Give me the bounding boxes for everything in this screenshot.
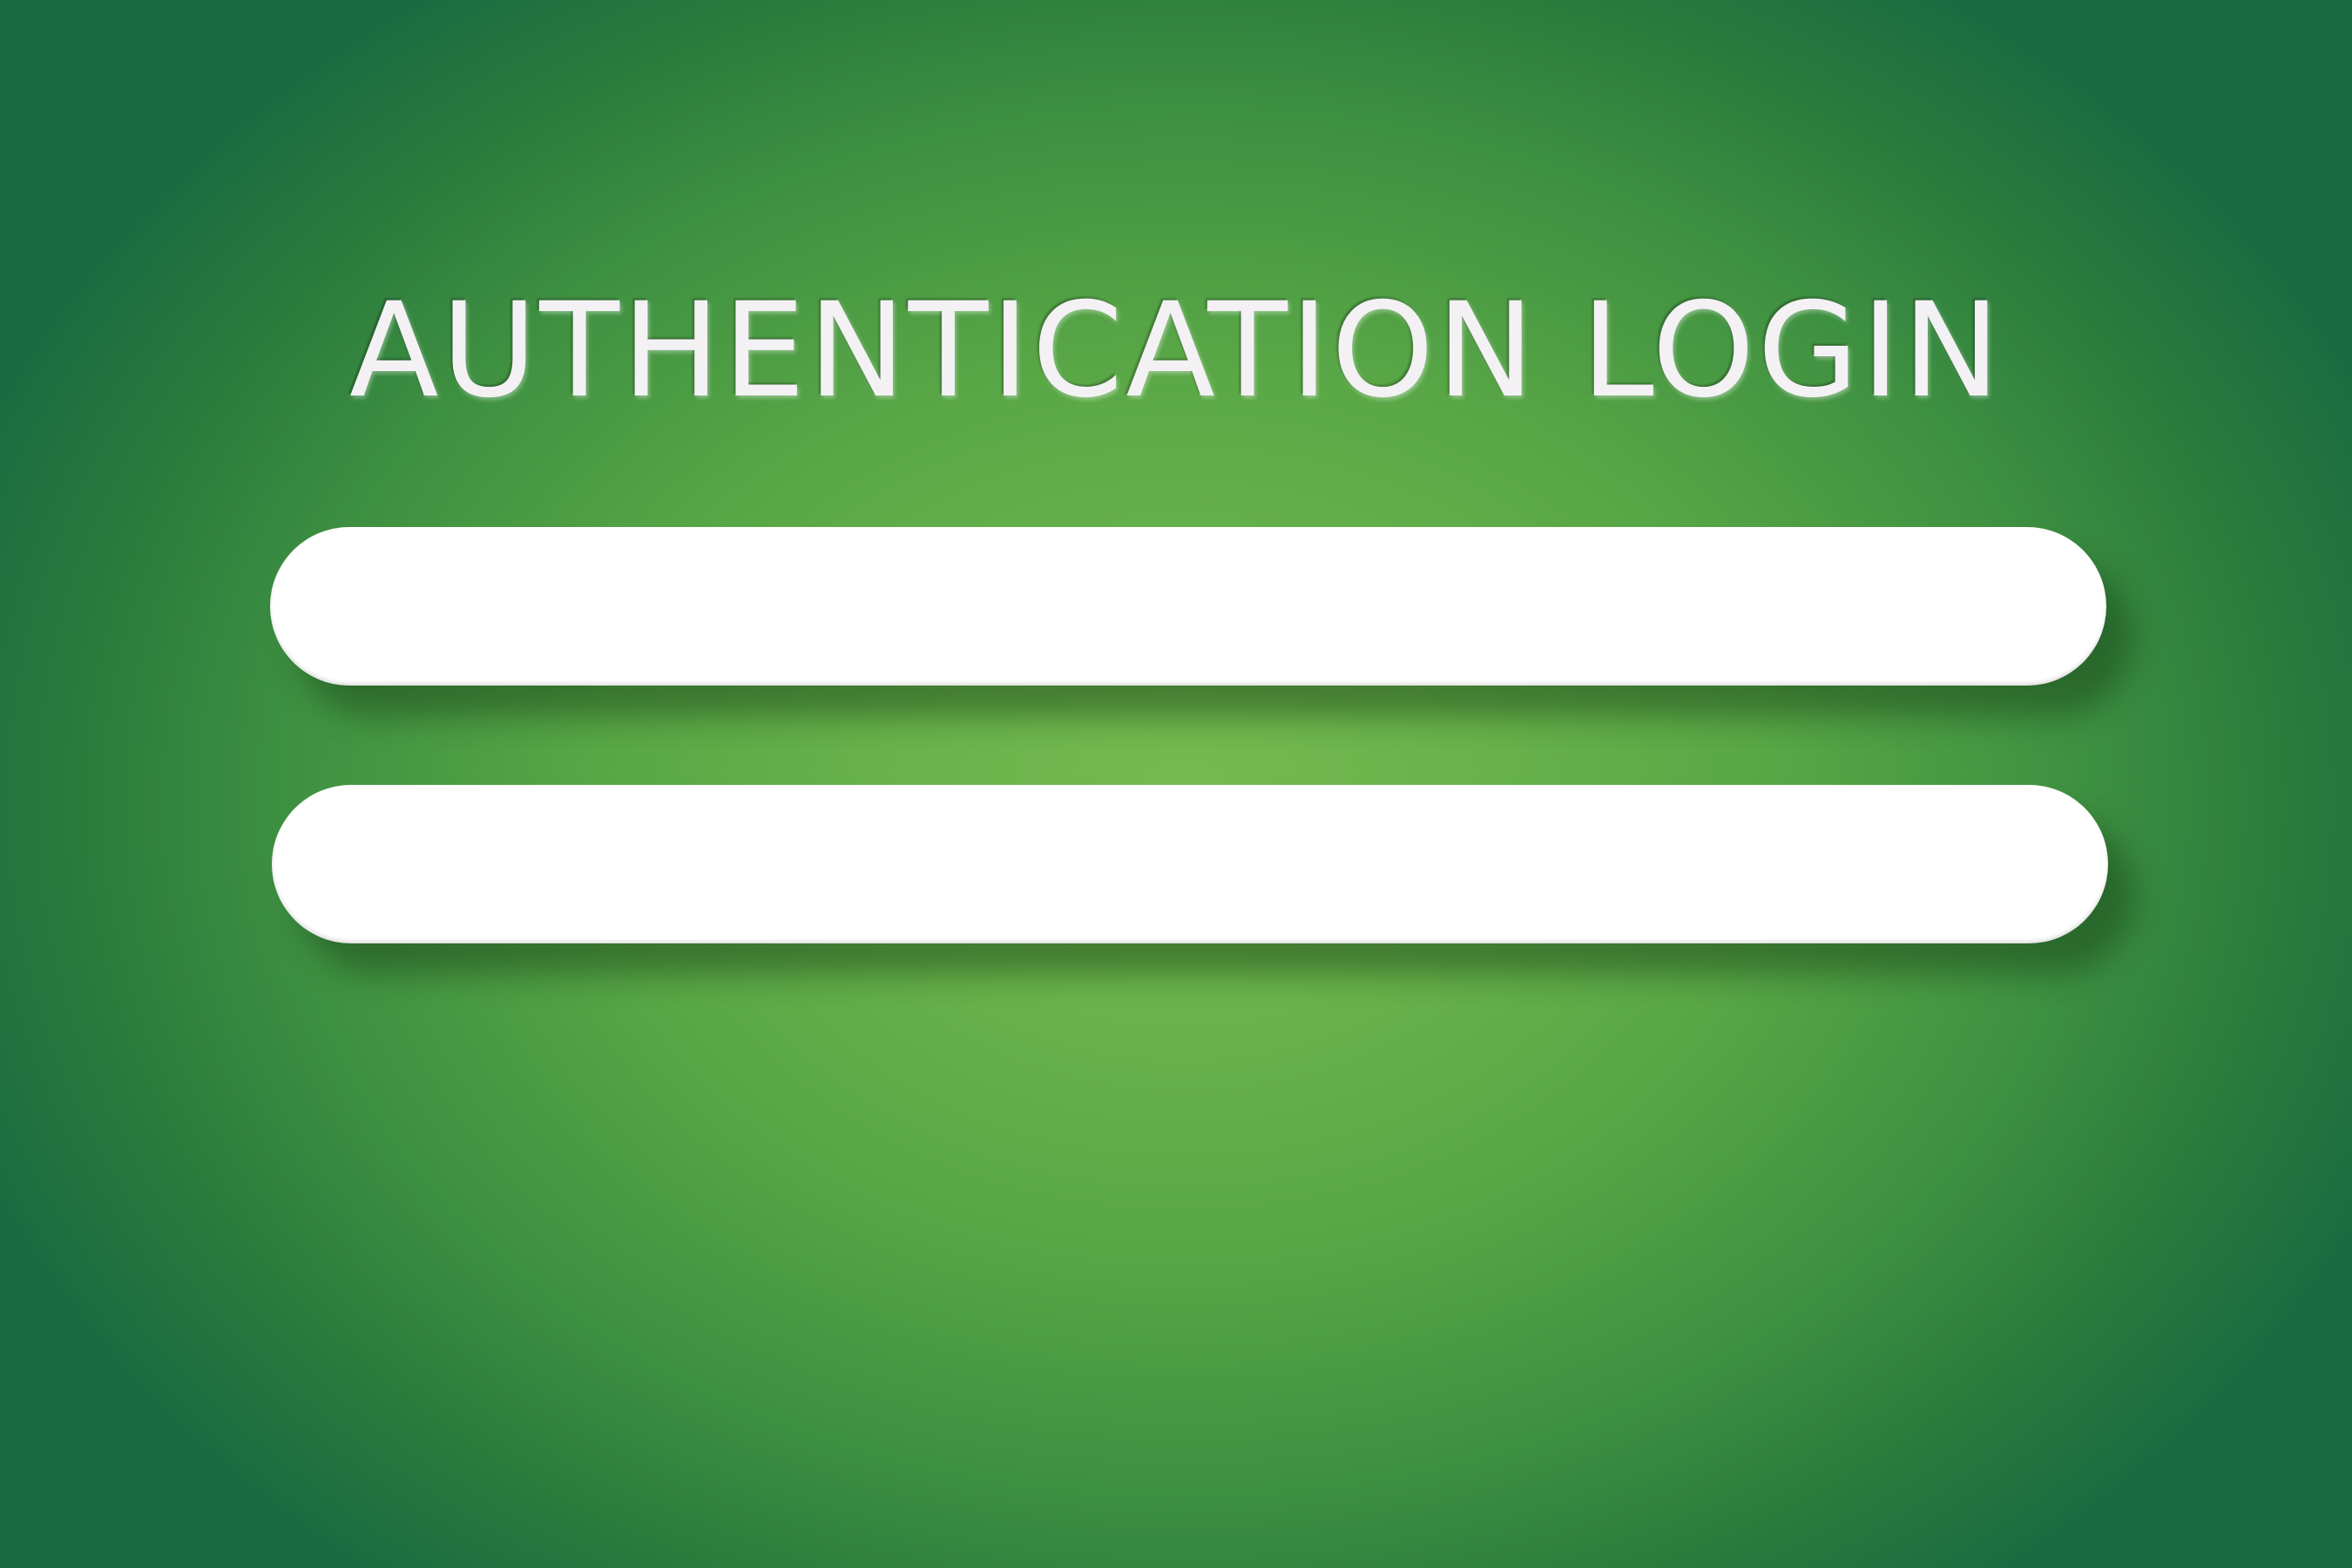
login-screen-background: AUTHENTICATION LOGIN (0, 0, 2352, 1568)
username-field[interactable] (270, 527, 2106, 686)
page-title: AUTHENTICATION LOGIN (348, 275, 2004, 427)
password-field[interactable] (272, 785, 2108, 943)
